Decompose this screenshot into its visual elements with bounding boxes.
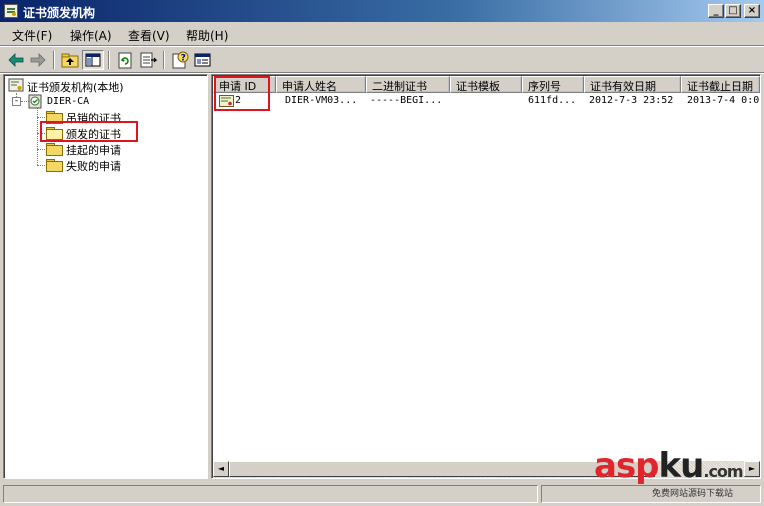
svg-text:?: ? bbox=[181, 54, 186, 64]
menu-action[interactable]: 操作(A) bbox=[70, 27, 112, 44]
toolbar-separator bbox=[163, 51, 165, 69]
highlight-box-issued-certificates bbox=[40, 121, 138, 142]
column-effective-date[interactable]: 证书有效日期 bbox=[584, 76, 681, 93]
highlight-box-request-id bbox=[214, 76, 270, 111]
scroll-thumb[interactable] bbox=[229, 461, 655, 477]
window-title-bar[interactable]: 证书颁发机构 _ □ × bbox=[0, 0, 764, 22]
back-button[interactable] bbox=[5, 50, 27, 70]
show-hide-console-tree-button[interactable] bbox=[82, 50, 104, 70]
console-tree-pane[interactable]: 证书颁发机构(本地) - DIER-CA 吊销的证书 颁发的证书 挂起的申请 失… bbox=[3, 74, 208, 479]
help-icon: ? bbox=[172, 51, 189, 69]
certificate-authority-icon bbox=[8, 78, 24, 92]
watermark-tagline: 免费网站源码下载站 bbox=[652, 489, 734, 499]
ca-server-icon bbox=[28, 94, 42, 109]
certificate-authority-app-icon bbox=[4, 4, 18, 18]
folder-icon bbox=[46, 159, 63, 172]
menu-bar: 文件(F) 操作(A) 查看(V) 帮助(H) bbox=[0, 22, 764, 46]
cell-requester-name: DIER-VM03... bbox=[285, 95, 358, 106]
table-row[interactable]: 2 DIER-VM03... -----BEGI... 611fd... 201… bbox=[213, 93, 760, 109]
close-button[interactable]: × bbox=[744, 4, 760, 18]
forward-button[interactable] bbox=[27, 50, 49, 70]
tree-ca-label[interactable]: DIER-CA bbox=[47, 96, 89, 107]
back-arrow-icon bbox=[8, 53, 24, 67]
forward-arrow-icon bbox=[30, 53, 46, 67]
tree-connector bbox=[37, 149, 45, 150]
help-button[interactable]: ? bbox=[169, 50, 191, 70]
menu-file[interactable]: 文件(F) bbox=[12, 27, 52, 44]
tree-connector bbox=[37, 107, 38, 165]
tree-connector bbox=[37, 117, 45, 118]
refresh-button[interactable] bbox=[114, 50, 136, 70]
properties-button[interactable] bbox=[192, 50, 214, 70]
window-title: 证书颁发机构 bbox=[23, 6, 96, 20]
column-serial-number[interactable]: 序列号 bbox=[522, 76, 584, 93]
up-one-level-icon bbox=[61, 53, 79, 68]
tree-root-label[interactable]: 证书颁发机构(本地) bbox=[27, 79, 124, 95]
watermark-wordmark: aspku.com bbox=[594, 446, 744, 486]
watermark-brand-a: asp bbox=[594, 446, 660, 486]
toolbar-separator bbox=[108, 51, 110, 69]
cell-expiration-date: 2013-7-4 0:0 bbox=[687, 95, 760, 106]
watermark-brand-b: ku bbox=[658, 446, 705, 486]
minimize-button[interactable]: _ bbox=[708, 4, 724, 18]
menu-toolbar-divider bbox=[0, 45, 764, 47]
export-list-button[interactable] bbox=[137, 50, 159, 70]
menu-help[interactable]: 帮助(H) bbox=[186, 27, 228, 44]
tree-connector bbox=[37, 165, 45, 166]
tree-item-failed-requests[interactable]: 失败的申请 bbox=[66, 158, 121, 174]
results-pane[interactable]: 申请 ID 申请人姓名 二进制证书 证书模板 序列号 证书有效日期 证书截止日期… bbox=[211, 74, 761, 479]
list-header: 申请 ID 申请人姓名 二进制证书 证书模板 序列号 证书有效日期 证书截止日期 bbox=[213, 76, 760, 93]
properties-icon bbox=[194, 53, 211, 67]
column-requester-name[interactable]: 申请人姓名 bbox=[276, 76, 366, 93]
folder-icon bbox=[46, 143, 63, 156]
column-binary-certificate[interactable]: 二进制证书 bbox=[366, 76, 450, 93]
scroll-left-button[interactable]: ◄ bbox=[213, 461, 229, 477]
menu-view[interactable]: 查看(V) bbox=[128, 27, 170, 44]
show-hide-console-tree-icon bbox=[85, 53, 101, 67]
export-list-icon bbox=[140, 52, 158, 68]
watermark-logo: aspku.com 免费网站源码下载站 bbox=[594, 446, 764, 502]
status-panel-main bbox=[3, 485, 538, 503]
refresh-icon bbox=[118, 52, 132, 69]
toolbar: ? bbox=[0, 48, 764, 72]
column-expiration-date[interactable]: 证书截止日期 bbox=[681, 76, 760, 93]
collapse-expander[interactable]: - bbox=[12, 97, 21, 106]
cell-effective-date: 2012-7-3 23:52 bbox=[589, 95, 674, 106]
up-one-level-button[interactable] bbox=[59, 50, 81, 70]
watermark-domain: .com bbox=[703, 462, 743, 481]
cell-serial-number: 611fd... bbox=[528, 95, 577, 106]
cell-binary-certificate: -----BEGI... bbox=[370, 95, 443, 106]
tree-item-pending-requests[interactable]: 挂起的申请 bbox=[66, 142, 121, 158]
toolbar-separator bbox=[53, 51, 55, 69]
maximize-button[interactable]: □ bbox=[725, 4, 741, 18]
column-certificate-template[interactable]: 证书模板 bbox=[450, 76, 522, 93]
